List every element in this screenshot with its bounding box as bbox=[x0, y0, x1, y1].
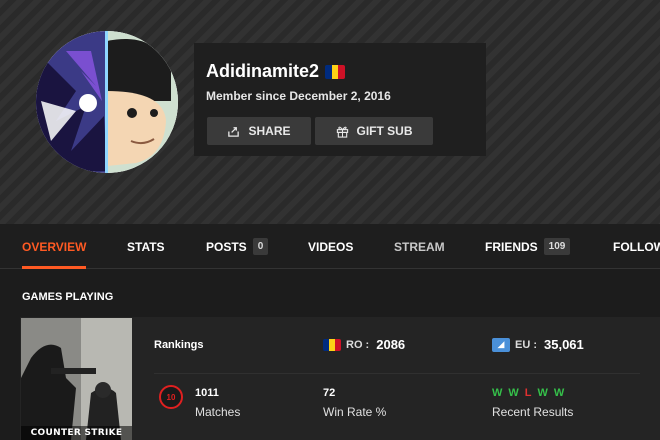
europe-map-icon: ◢ bbox=[492, 337, 510, 352]
profile-card: Adidinamite2 Member since December 2, 20… bbox=[194, 43, 486, 156]
ro-value: 2086 bbox=[376, 337, 406, 352]
username-text: Adidinamite2 bbox=[206, 61, 320, 81]
tab-label: STREAM bbox=[394, 239, 445, 254]
tab-stats[interactable]: STATS bbox=[127, 224, 165, 269]
game-cover-image[interactable]: COUNTER STRIKE bbox=[21, 318, 132, 440]
eu-label: EU : bbox=[515, 338, 537, 351]
tab-label: FRIENDS bbox=[485, 239, 538, 254]
gift-icon bbox=[336, 126, 348, 138]
matches-badge-icon: 10 bbox=[159, 385, 183, 409]
recent-results: W W L W W bbox=[492, 387, 566, 399]
result-badge: W bbox=[553, 387, 567, 399]
games-playing-title: GAMES PLAYING bbox=[22, 291, 114, 303]
friends-count-badge: 109 bbox=[543, 238, 571, 255]
romania-flag-icon bbox=[323, 338, 341, 351]
rankings-label: Rankings bbox=[154, 339, 204, 351]
counter-strike-cover-icon bbox=[21, 318, 132, 440]
eu-value: 35,061 bbox=[544, 337, 584, 352]
winrate-label: Win Rate % bbox=[323, 405, 387, 419]
result-badge: L bbox=[524, 387, 534, 399]
ro-ranking: RO : 2086 bbox=[323, 337, 405, 352]
member-since: Member since December 2, 2016 bbox=[206, 89, 391, 103]
tab-label: STATS bbox=[127, 239, 165, 254]
avatar[interactable] bbox=[36, 31, 178, 173]
result-badge: W bbox=[508, 387, 521, 399]
tab-label: VIDEOS bbox=[308, 239, 354, 254]
username: Adidinamite2 bbox=[206, 61, 346, 82]
gift-sub-button[interactable]: GIFT SUB bbox=[315, 117, 433, 145]
tab-overview[interactable]: OVERVIEW bbox=[22, 224, 87, 269]
profile-nav: OVERVIEW STATS POSTS 0 VIDEOS STREAM FRI… bbox=[0, 224, 660, 269]
profile-header: Adidinamite2 Member since December 2, 20… bbox=[0, 0, 660, 224]
share-label: SHARE bbox=[248, 124, 291, 138]
tab-follow[interactable]: FOLLOW bbox=[613, 224, 660, 269]
tab-stream[interactable]: STREAM bbox=[394, 224, 445, 269]
row-divider bbox=[154, 373, 640, 374]
matches-value: 1011 bbox=[195, 387, 219, 399]
tab-label: POSTS bbox=[206, 239, 247, 254]
result-badge: W bbox=[492, 387, 505, 399]
winrate-value: 72 bbox=[323, 387, 336, 399]
tab-posts[interactable]: POSTS 0 bbox=[206, 224, 269, 269]
game-card[interactable]: COUNTER STRIKE Rankings RO : 2086 ◢ EU :… bbox=[20, 317, 660, 440]
tab-videos[interactable]: VIDEOS bbox=[308, 224, 353, 269]
posts-count-badge: 0 bbox=[252, 238, 269, 255]
romania-flag-icon bbox=[325, 64, 346, 79]
ro-label: RO : bbox=[346, 338, 370, 351]
matches-label: Matches bbox=[195, 405, 241, 419]
tab-label: OVERVIEW bbox=[22, 239, 87, 254]
eu-ranking: ◢ EU : 35,061 bbox=[492, 337, 584, 352]
share-icon bbox=[228, 126, 240, 137]
tab-label: FOLLOW bbox=[613, 239, 660, 254]
gift-sub-label: GIFT SUB bbox=[356, 124, 413, 138]
share-button[interactable]: SHARE bbox=[207, 117, 311, 145]
game-cover-title: COUNTER STRIKE bbox=[30, 428, 123, 438]
tab-friends[interactable]: FRIENDS 109 bbox=[485, 224, 571, 269]
anime-avatar-icon bbox=[36, 31, 178, 173]
result-badge: W bbox=[537, 387, 550, 399]
recent-results-label: Recent Results bbox=[492, 405, 574, 419]
